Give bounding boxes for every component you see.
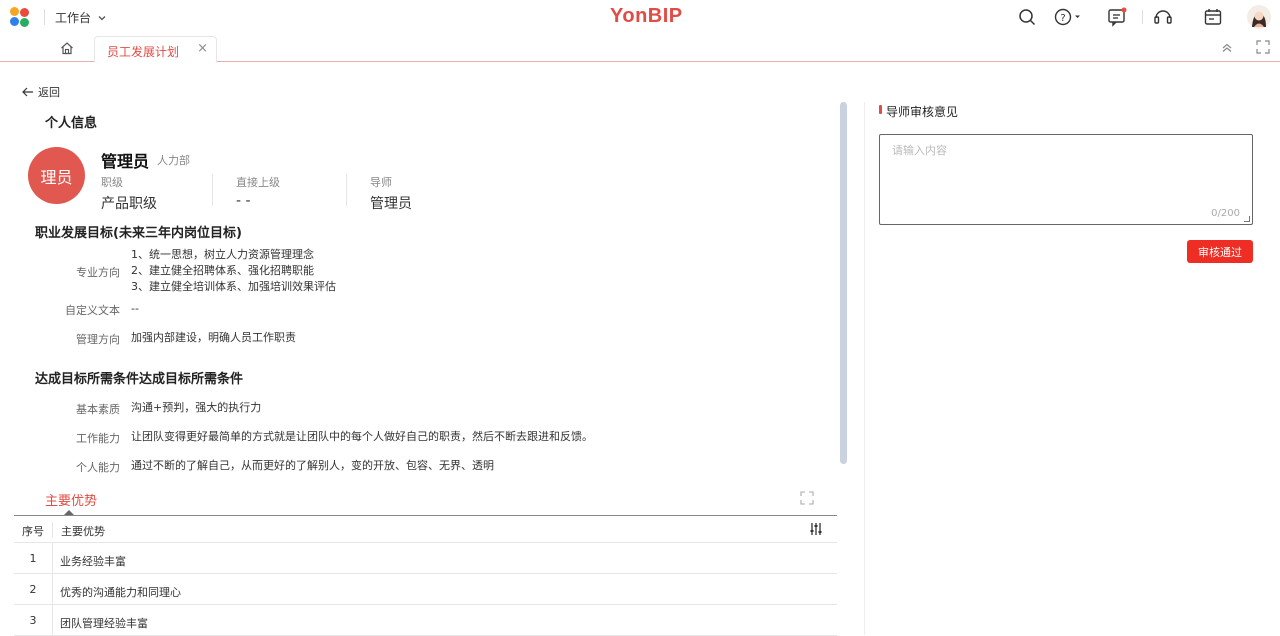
divider xyxy=(44,9,45,25)
management-value: 加强内部建设，明确人员工作职责 xyxy=(131,331,296,344)
message-icon[interactable] xyxy=(1107,7,1127,27)
brand-logo: YonBIP xyxy=(610,5,683,27)
review-title: 导师审核意见 xyxy=(886,105,959,119)
professional-line: 3、建立健全培训体系、加强培训效果评估 xyxy=(131,280,336,293)
col-header-index: 序号 xyxy=(22,525,44,538)
close-icon[interactable]: × xyxy=(197,41,208,56)
panel-divider xyxy=(864,102,865,635)
employee-dept: 人力部 xyxy=(157,154,190,167)
rank-value: 产品职级 xyxy=(101,196,157,212)
tab-label: 员工发展计划 xyxy=(107,45,180,59)
basic-quality-value: 沟通+预判，强大的执行力 xyxy=(131,401,262,414)
workbench-label: 工作台 xyxy=(55,11,92,25)
table-header: 序号 主要优势 xyxy=(14,515,837,543)
section-title-personal-info: 个人信息 xyxy=(45,116,98,131)
personal-ability-value: 通过不断的了解自己，从而更好的了解别人，变的开放、包容、无界、透明 xyxy=(131,459,494,472)
table-row[interactable]: 3 团队管理经验丰富 xyxy=(14,605,837,636)
professional-label: 专业方向 xyxy=(76,266,120,279)
calendar-icon[interactable] xyxy=(1203,7,1223,27)
app-launcher-icon[interactable] xyxy=(10,7,30,27)
top-bar: 工作台 YonBIP ? xyxy=(0,0,1280,34)
svg-text:?: ? xyxy=(1060,13,1065,24)
review-comment-field[interactable]: 0/200 xyxy=(879,134,1253,225)
help-icon[interactable]: ? xyxy=(1054,7,1082,27)
avatar: 理员 xyxy=(28,147,85,204)
approve-button[interactable]: 审核通过 xyxy=(1187,240,1253,263)
superior-label: 直接上级 xyxy=(236,176,280,189)
rank-info: 职级 产品职级 xyxy=(101,174,157,213)
scrollbar[interactable] xyxy=(840,102,847,464)
collapse-up-icon[interactable] xyxy=(1220,40,1234,54)
row-index: 1 xyxy=(29,552,37,565)
custom-text-label: 自定义文本 xyxy=(65,304,120,317)
row-advantage: 优秀的沟通能力和同理心 xyxy=(60,586,181,599)
col-separator xyxy=(52,543,53,574)
mentor-info: 导师 管理员 xyxy=(370,174,412,213)
search-icon[interactable] xyxy=(1017,7,1037,27)
professional-value: 1、统一思想，树立人力资源管理理念 2、建立健全招聘体系、强化招聘职能 3、建立… xyxy=(131,247,336,295)
table-row[interactable]: 2 优秀的沟通能力和同理心 xyxy=(14,574,837,605)
section-title-career-goals: 职业发展目标(未来三年内岗位目标) xyxy=(35,226,242,241)
title-marker xyxy=(879,105,882,114)
tab-bar: 员工发展计划 × xyxy=(0,34,1280,63)
work-ability-value: 让团队变得更好最简单的方式就是让团队中的每个人做好自己的职责，然后不断去跟进和反… xyxy=(131,430,593,443)
headset-icon[interactable] xyxy=(1153,7,1173,27)
row-advantage: 团队管理经验丰富 xyxy=(60,617,148,630)
col-separator xyxy=(52,522,53,538)
employee-name: 管理员 xyxy=(101,152,150,171)
review-comment-input[interactable] xyxy=(880,135,1252,224)
section-title-conditions: 达成目标所需条件达成目标所需条件 xyxy=(35,372,244,387)
back-link[interactable]: 返回 xyxy=(22,84,60,100)
col-header-advantage: 主要优势 xyxy=(61,525,105,538)
col-separator xyxy=(52,574,53,605)
user-avatar[interactable] xyxy=(1247,5,1271,29)
home-icon[interactable] xyxy=(58,39,76,57)
work-ability-label: 工作能力 xyxy=(76,432,120,445)
resize-handle[interactable] xyxy=(1244,216,1250,222)
row-index: 2 xyxy=(29,583,37,596)
professional-line: 1、统一思想，树立人力资源管理理念 xyxy=(131,248,314,261)
superior-info: 直接上级 - - xyxy=(236,174,280,209)
row-advantage: 业务经验丰富 xyxy=(60,555,126,568)
basic-quality-label: 基本素质 xyxy=(76,403,120,416)
arrow-left-icon xyxy=(22,87,33,97)
tab-bar-tools xyxy=(1220,40,1270,54)
row-index: 3 xyxy=(29,614,37,627)
table-row[interactable]: 1 业务经验丰富 xyxy=(14,543,837,574)
advantages-table: 序号 主要优势 1 业务经验丰富 2 优秀的沟通能力和同理心 3 团队管理经验丰… xyxy=(14,515,837,636)
back-label: 返回 xyxy=(38,86,60,99)
char-counter: 0/200 xyxy=(1211,208,1240,219)
tab-main-advantages[interactable]: 主要优势 xyxy=(45,490,97,509)
divider xyxy=(1142,10,1143,24)
personal-ability-label: 个人能力 xyxy=(76,461,120,474)
fullscreen-icon[interactable] xyxy=(1256,40,1270,54)
rank-label: 职级 xyxy=(101,176,123,189)
mentor-label: 导师 xyxy=(370,176,392,189)
professional-line: 2、建立健全招聘体系、强化招聘职能 xyxy=(131,264,314,277)
expand-icon[interactable] xyxy=(800,491,814,508)
superior-value: - - xyxy=(236,193,251,209)
custom-text-value: -- xyxy=(131,302,139,315)
chevron-down-icon xyxy=(98,15,106,20)
management-label: 管理方向 xyxy=(76,333,120,346)
divider xyxy=(346,174,347,206)
mentor-value: 管理员 xyxy=(370,196,412,212)
tab-employee-development-plan[interactable]: 员工发展计划 × xyxy=(94,36,217,63)
col-separator xyxy=(52,605,53,636)
workbench-dropdown[interactable]: 工作台 xyxy=(55,9,107,26)
column-settings-icon[interactable] xyxy=(809,522,823,539)
divider xyxy=(212,174,213,206)
